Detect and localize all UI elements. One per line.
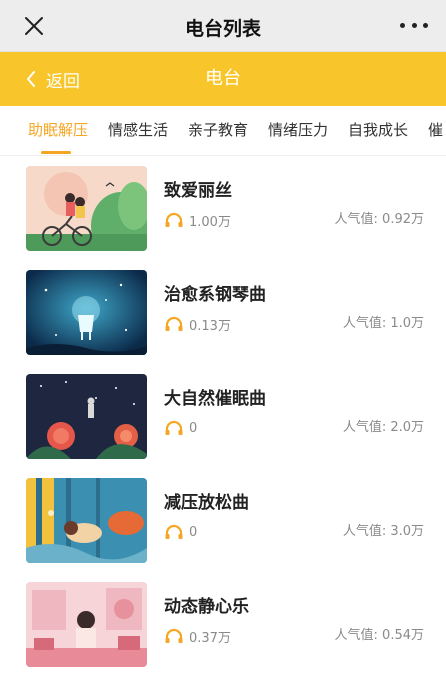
popularity-value: 人气值: 2.0万	[342, 420, 424, 435]
tab-label: 情绪压力	[268, 121, 329, 139]
title-bar: 电台列表	[0, 0, 446, 52]
cover-image	[26, 582, 147, 667]
category-tabs: 助眠解压 情感生活 亲子教育 情绪压力 自我成长 催	[0, 106, 446, 156]
cover-image	[26, 374, 147, 459]
item-title: 治愈系钢琴曲	[164, 285, 266, 305]
play-count: 0.13万	[164, 314, 231, 334]
tab-sleep-relax[interactable]: 助眠解压	[28, 106, 89, 155]
play-count: 0	[164, 418, 197, 438]
list-item[interactable]: 减压放松曲 0 人气值: 3.0万	[0, 468, 446, 572]
play-count-value: 0.37万	[189, 630, 231, 646]
headphones-icon	[165, 524, 183, 539]
play-count-value: 0.13万	[189, 318, 231, 334]
item-title: 致爱丽丝	[164, 181, 232, 201]
tab-label: 情感生活	[108, 121, 169, 139]
item-title: 动态静心乐	[164, 597, 249, 617]
tab-label: 亲子教育	[188, 121, 249, 139]
cover-image	[26, 166, 147, 251]
active-tab-indicator	[41, 151, 71, 154]
item-title: 减压放松曲	[164, 493, 249, 513]
list-item[interactable]: 治愈系钢琴曲 0.13万 人气值: 1.0万	[0, 260, 446, 364]
tab-self-growth[interactable]: 自我成长	[348, 106, 409, 155]
play-count-value: 0	[189, 524, 198, 540]
tab-hypnosis[interactable]: 催	[428, 106, 444, 155]
list-item[interactable]: 动态静心乐 0.37万 人气值: 0.54万	[0, 572, 446, 676]
list-item[interactable]: 大自然催眠曲 0 人气值: 2.0万	[0, 364, 446, 468]
cover-image	[26, 478, 147, 563]
more-icon[interactable]	[400, 13, 428, 37]
tab-label: 自我成长	[348, 121, 409, 139]
play-count-value: 0	[189, 420, 198, 436]
popularity-value: 人气值: 0.92万	[334, 212, 424, 227]
popularity-value: 人气值: 1.0万	[342, 316, 424, 331]
headphones-icon	[165, 420, 183, 435]
popularity-value: 人气值: 3.0万	[342, 524, 424, 539]
popularity-value: 人气值: 0.54万	[334, 628, 424, 643]
headphones-icon	[165, 628, 183, 643]
tab-emotional-stress[interactable]: 情绪压力	[268, 106, 329, 155]
item-title: 大自然催眠曲	[164, 389, 266, 409]
play-count: 0	[164, 522, 197, 542]
cover-image	[26, 270, 147, 355]
tab-label: 催	[428, 121, 444, 139]
play-count-value: 1.00万	[189, 214, 231, 230]
window-title: 电台列表	[184, 18, 261, 40]
nav-bar: 返回 电台	[0, 52, 446, 106]
page-title: 电台	[205, 68, 241, 89]
headphones-icon	[165, 316, 183, 331]
play-count: 1.00万	[164, 210, 231, 230]
tab-parenting[interactable]: 亲子教育	[188, 106, 249, 155]
list-item[interactable]: 致爱丽丝 1.00万 人气值: 0.92万	[0, 156, 446, 260]
tab-label: 助眠解压	[28, 121, 89, 139]
headphones-icon	[165, 212, 183, 227]
play-count: 0.37万	[164, 626, 231, 646]
tab-emotional-life[interactable]: 情感生活	[108, 106, 169, 155]
